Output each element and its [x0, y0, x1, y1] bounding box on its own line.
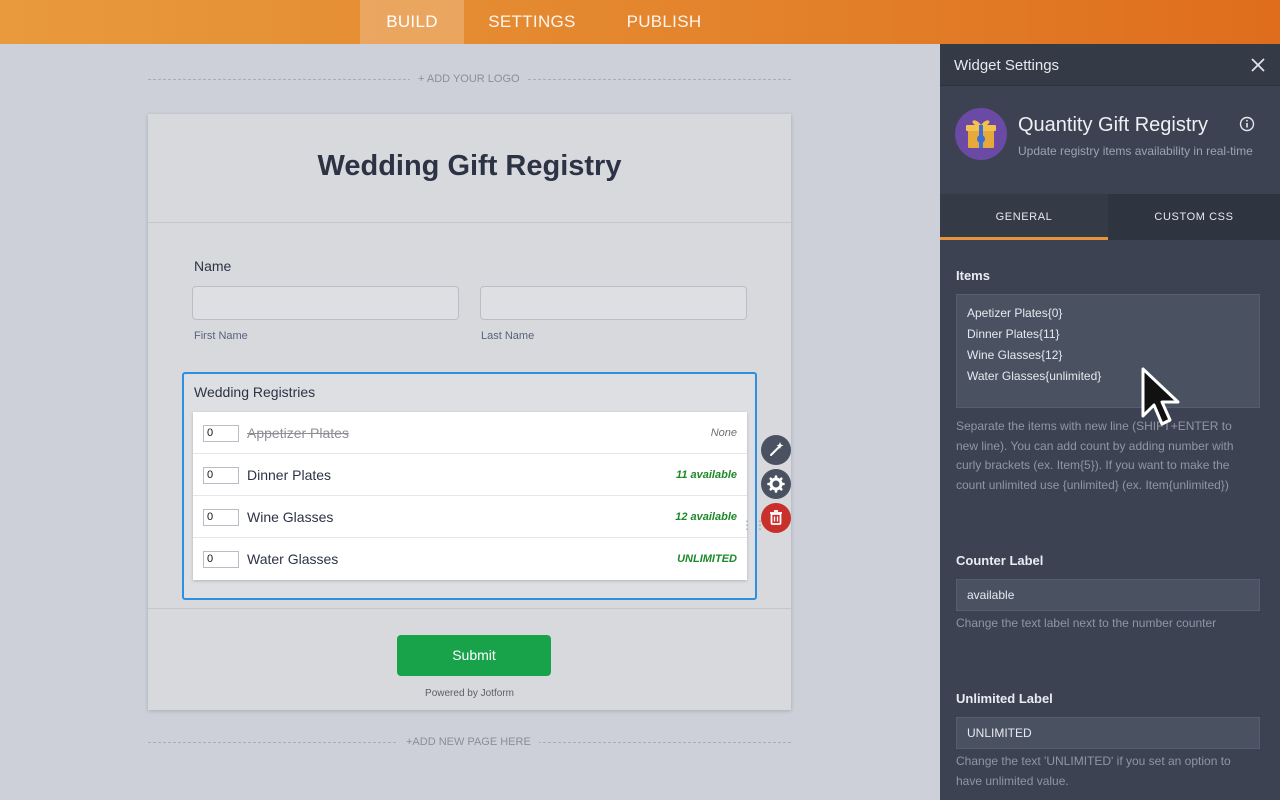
list-item: 0 Wine Glasses 12 available [193, 496, 747, 538]
last-name-sublabel: Last Name [481, 330, 535, 342]
items-textarea[interactable]: Apetizer Plates{0} Dinner Plates{11} Win… [956, 294, 1260, 408]
item-status: 11 available [676, 469, 737, 481]
registry-widget-field[interactable]: Wedding Registries 0 Appetizer Plates No… [182, 372, 757, 600]
item-status: UNLIMITED [677, 553, 737, 565]
submit-button[interactable]: Submit [397, 635, 551, 676]
add-logo-link[interactable]: + ADD YOUR LOGO [410, 73, 528, 85]
form-card: Wedding Gift Registry Name First Name La… [148, 114, 791, 710]
form-builder-canvas: + ADD YOUR LOGO Wedding Gift Registry Na… [0, 44, 940, 800]
counter-label-heading: Counter Label [956, 553, 1044, 568]
widget-name: Quantity Gift Registry [1018, 114, 1209, 136]
widget-settings-panel: Widget Settings Quantity Gift Registry U… [940, 44, 1280, 800]
close-icon[interactable] [1250, 57, 1266, 73]
add-page-link[interactable]: +ADD NEW PAGE HERE [398, 736, 539, 748]
items-help-text: Separate the items with new line (SHIFT+… [956, 419, 1234, 492]
first-name-sublabel: First Name [194, 330, 248, 342]
panel-title: Widget Settings [954, 57, 1060, 74]
list-item: 0 Water Glasses UNLIMITED [193, 538, 747, 580]
form-title[interactable]: Wedding Gift Registry [148, 150, 791, 183]
magic-wand-icon [770, 442, 784, 456]
quantity-input[interactable]: 0 [203, 425, 239, 442]
item-name: Water Glasses [247, 551, 339, 567]
unlimited-label-input[interactable]: UNLIMITED [956, 717, 1260, 749]
item-name: Dinner Plates [247, 467, 332, 483]
widget-info: Quantity Gift Registry Update registry i… [940, 86, 1280, 194]
registry-field-label: Wedding Registries [194, 384, 316, 400]
item-status: 12 available [675, 511, 737, 523]
last-name-input[interactable] [480, 286, 747, 320]
field-wizard-button[interactable] [761, 435, 791, 465]
item-name: Wine Glasses [247, 509, 334, 525]
tab-publish[interactable]: PUBLISH [608, 0, 720, 44]
widget-avatar [955, 108, 1007, 160]
counter-help-text: Change the text label next to the number… [956, 616, 1217, 630]
gear-icon [767, 475, 785, 493]
footer-divider [148, 608, 791, 609]
info-icon[interactable] [1239, 116, 1255, 132]
tab-custom-css[interactable]: CUSTOM CSS [1110, 194, 1278, 240]
first-name-input[interactable] [192, 286, 459, 320]
widget-description: Update registry items availability in re… [1018, 144, 1253, 158]
tab-settings[interactable]: SETTINGS [474, 0, 590, 44]
quantity-input[interactable]: 0 [203, 551, 239, 568]
tab-general[interactable]: GENERAL [940, 194, 1108, 240]
quantity-input[interactable]: 0 [203, 467, 239, 484]
unlimited-label-heading: Unlimited Label [956, 691, 1053, 706]
item-status: None [710, 427, 737, 439]
items-label: Items [956, 268, 990, 283]
top-nav-bar: BUILD SETTINGS PUBLISH [0, 0, 1280, 44]
tab-build[interactable]: BUILD [360, 0, 464, 44]
counter-label-input[interactable]: available [956, 579, 1260, 611]
list-item: 0 Appetizer Plates None [193, 412, 747, 454]
list-item: 0 Dinner Plates 11 available [193, 454, 747, 496]
powered-by-text: Powered by Jotform [425, 688, 514, 699]
quantity-input[interactable]: 0 [203, 509, 239, 526]
registry-items-list: 0 Appetizer Plates None 0 Dinner Plates … [193, 412, 747, 580]
settings-tabs: GENERAL CUSTOM CSS [940, 194, 1280, 240]
name-field-label: Name [194, 258, 232, 274]
drag-handle[interactable]: ⋮⋮ [741, 519, 767, 531]
gift-icon [966, 120, 996, 148]
field-settings-button[interactable] [761, 469, 791, 499]
item-name: Appetizer Plates [247, 425, 349, 441]
panel-header: Widget Settings [940, 44, 1280, 86]
mouse-cursor-icon [1141, 367, 1180, 426]
unlimited-help-text: Change the text 'UNLIMITED' if you set a… [956, 754, 1231, 788]
header-divider [148, 222, 791, 223]
